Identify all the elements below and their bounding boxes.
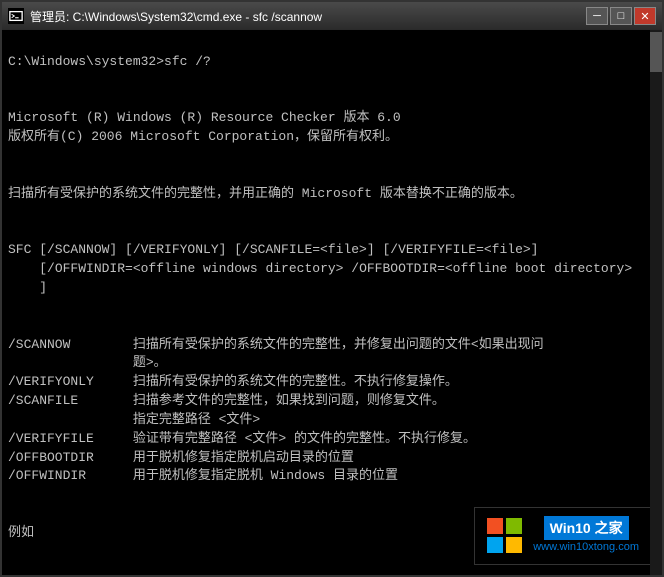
cmd-icon [8, 8, 24, 24]
cmd-line-4: 扫描所有受保护的系统文件的完整性，并用正确的 Microsoft 版本替换不正确… [8, 186, 523, 201]
close-button[interactable]: ✕ [634, 7, 656, 25]
watermark-url: www.win10xtong.com [533, 540, 639, 556]
watermark-logo: Win10 之家 www.win10xtong.com [533, 516, 639, 556]
cmd-line-9: 题>。 [8, 355, 167, 370]
scrollbar[interactable] [650, 30, 662, 575]
terminal-output: C:\Windows\system32>sfc /? Microsoft (R)… [8, 34, 656, 575]
maximize-button[interactable]: □ [610, 7, 632, 25]
cmd-line-1: C:\Windows\system32>sfc /? [8, 54, 211, 69]
cmd-line-13: /VERIFYFILE 验证带有完整路径 <文件> 的文件的完整性。不执行修复。 [8, 431, 476, 446]
title-bar-left: 管理员: C:\Windows\System32\cmd.exe - sfc /… [8, 8, 322, 25]
window-title: 管理员: C:\Windows\System32\cmd.exe - sfc /… [30, 8, 322, 25]
cmd-line-11: /SCANFILE 扫描参考文件的完整性，如果找到问题，则修复文件。 [8, 393, 445, 408]
cmd-line-2: Microsoft (R) Windows (R) Resource Check… [8, 110, 401, 125]
cmd-line-14: /OFFBOOTDIR 用于脱机修复指定脱机启动目录的位置 [8, 450, 354, 465]
cmd-line-15: /OFFWINDIR 用于脱机修复指定脱机 Windows 目录的位置 [8, 468, 398, 483]
cmd-line-16: 例如 [8, 525, 34, 540]
cmd-line-8: /SCANNOW 扫描所有受保护的系统文件的完整性，并修复出问题的文件<如果出现… [8, 337, 544, 352]
cmd-line-7: ] [8, 280, 47, 295]
scrollbar-thumb[interactable] [650, 32, 662, 72]
title-bar: 管理员: C:\Windows\System32\cmd.exe - sfc /… [2, 2, 662, 30]
title-controls: ─ □ ✕ [586, 7, 656, 25]
terminal-body[interactable]: C:\Windows\system32>sfc /? Microsoft (R)… [2, 30, 662, 575]
cmd-line-10: /VERIFYONLY 扫描所有受保护的系统文件的完整性。不执行修复操作。 [8, 374, 458, 389]
minimize-button[interactable]: ─ [586, 7, 608, 25]
cmd-line-6: [/OFFWINDIR=<offline windows directory> … [8, 261, 632, 276]
cmd-line-5: SFC [/SCANNOW] [/VERIFYONLY] [/SCANFILE=… [8, 242, 539, 257]
win10-badge: Win10 之家 [544, 516, 629, 540]
cmd-line-3: 版权所有(C) 2006 Microsoft Corporation，保留所有权… [8, 129, 398, 144]
windows-flag-icon [487, 518, 523, 554]
cmd-line-12: 指定完整路径 <文件> [8, 412, 260, 427]
watermark: Win10 之家 www.win10xtong.com [474, 507, 652, 565]
cmd-window: 管理员: C:\Windows\System32\cmd.exe - sfc /… [0, 0, 664, 577]
